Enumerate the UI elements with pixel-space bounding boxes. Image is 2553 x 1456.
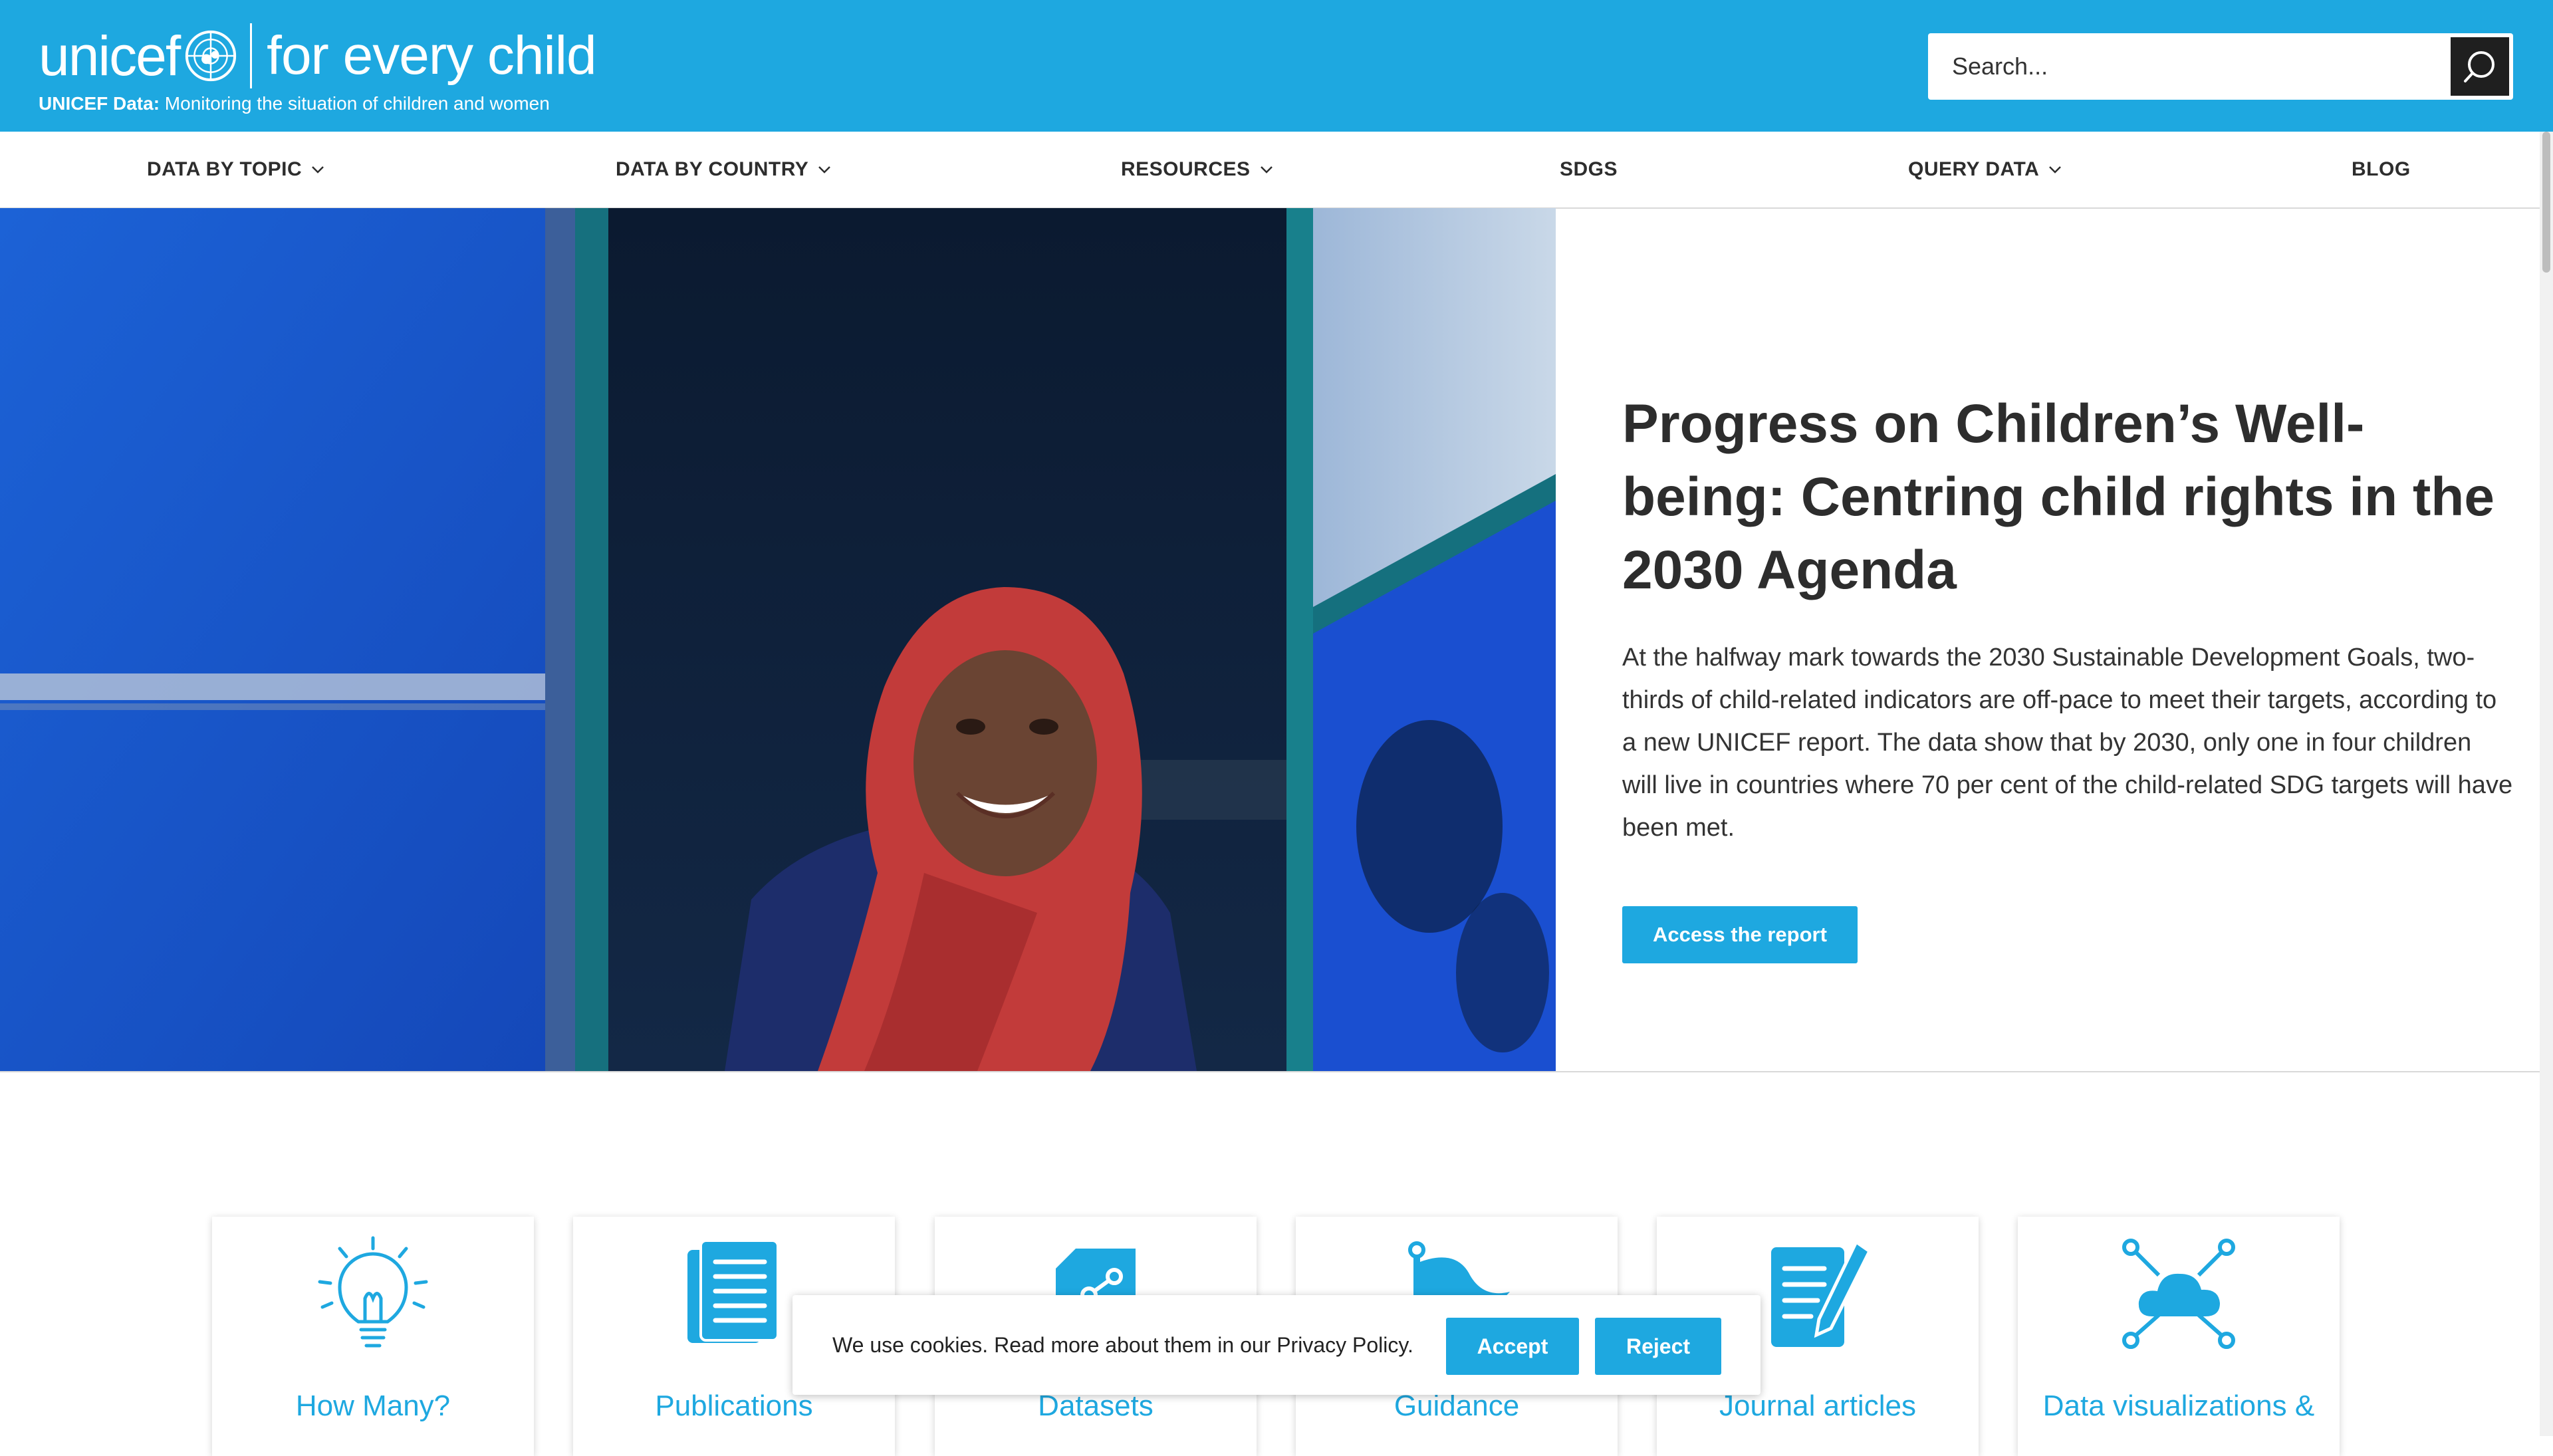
scrollbar-thumb[interactable] xyxy=(2542,132,2550,273)
nav-label: QUERY DATA xyxy=(1908,158,2040,180)
unicef-logo[interactable]: unicef for every child UNICEF Data: Moni… xyxy=(39,23,597,113)
nav-data-by-country[interactable]: DATA BY COUNTRY xyxy=(616,132,832,207)
card-data-visualizations[interactable]: Data visualizations & xyxy=(2018,1217,2340,1456)
search-box xyxy=(1928,33,2513,100)
search-button[interactable] xyxy=(2451,37,2509,96)
un-emblem-icon xyxy=(185,30,237,82)
site-subtitle-bold: UNICEF Data: xyxy=(39,93,160,114)
hero-title: Progress on Children’s Well-being: Centr… xyxy=(1622,394,2494,600)
card-label: Data visualizations & xyxy=(2042,1390,2315,1422)
main-nav: DATA BY TOPIC DATA BY COUNTRY RESOURCES … xyxy=(0,132,2540,209)
hero-body: At the halfway mark towards the 2030 Sus… xyxy=(1622,644,2513,842)
card-label: How Many? xyxy=(295,1390,451,1422)
logo-tagline: for every child xyxy=(267,25,596,86)
nav-blog[interactable]: BLOG xyxy=(2352,132,2411,207)
site-subtitle-text: Monitoring the situation of children and… xyxy=(164,93,550,114)
search-icon xyxy=(2464,51,2494,82)
hero-photo xyxy=(0,208,1556,1071)
document-list-icon xyxy=(687,1239,779,1343)
accept-cookies-button[interactable]: Accept xyxy=(1446,1318,1579,1375)
nav-label: RESOURCES xyxy=(1121,158,1251,180)
page-scrollbar[interactable] xyxy=(2540,132,2553,1436)
nav-data-by-topic[interactable]: DATA BY TOPIC xyxy=(147,132,326,207)
pencil-document-icon xyxy=(1771,1239,1872,1347)
nav-label: SDGS xyxy=(1560,158,1618,180)
hero-section: Progress on Children’s Well-being: Centr… xyxy=(0,208,2540,1072)
header-bar: unicef for every child UNICEF Data: Moni… xyxy=(0,0,2553,132)
cookie-banner: We use cookies. Read more about them in … xyxy=(792,1295,1761,1395)
lightbulb-icon xyxy=(318,1236,428,1348)
chevron-down-icon xyxy=(818,166,831,174)
reject-cookies-button[interactable]: Reject xyxy=(1595,1318,1721,1375)
search-input[interactable] xyxy=(1928,33,2447,100)
nav-label: DATA BY COUNTRY xyxy=(616,158,809,180)
card-how-many[interactable]: How Many? xyxy=(212,1217,534,1456)
nav-resources[interactable]: RESOURCES xyxy=(1121,132,1275,207)
access-report-button[interactable]: Access the report xyxy=(1622,906,1858,963)
chevron-down-icon xyxy=(312,166,324,174)
nav-sdgs[interactable]: SDGS xyxy=(1560,132,1618,207)
site-subtitle: UNICEF Data: Monitoring the situation of… xyxy=(39,94,596,113)
hero-image xyxy=(0,208,1556,1071)
nav-label: DATA BY TOPIC xyxy=(147,158,303,180)
cloud-network-icon xyxy=(2122,1239,2235,1349)
hero-content: Progress on Children’s Well-being: Centr… xyxy=(1622,388,2513,963)
logo-word: unicef xyxy=(39,25,181,87)
chevron-down-icon xyxy=(2049,166,2062,174)
logo-divider xyxy=(250,23,253,88)
chevron-down-icon xyxy=(1260,166,1273,174)
cookie-message: We use cookies. Read more about them in … xyxy=(832,1333,1413,1357)
nav-query-data[interactable]: QUERY DATA xyxy=(1908,132,2063,207)
nav-label: BLOG xyxy=(2352,158,2411,180)
